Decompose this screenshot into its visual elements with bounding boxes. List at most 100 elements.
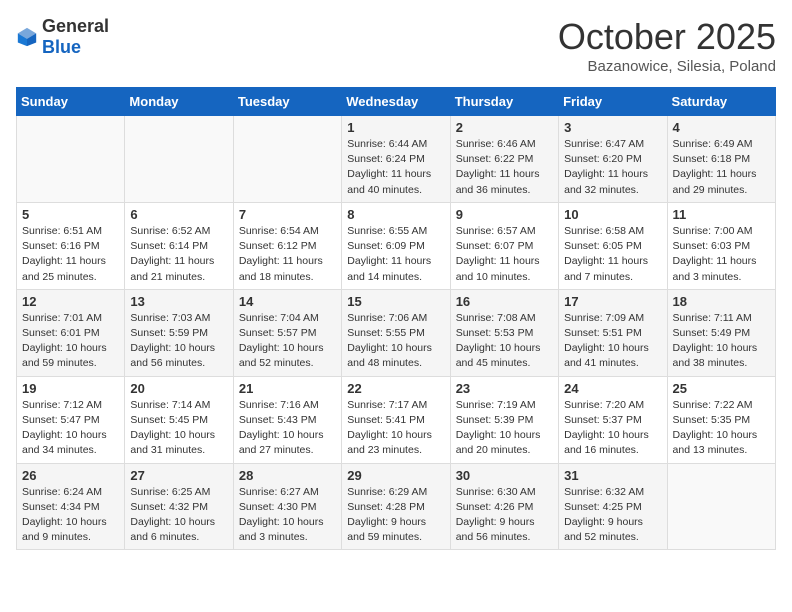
calendar-cell-w1-d3: 8Sunrise: 6:55 AM Sunset: 6:09 PM Daylig… [342,202,450,289]
calendar-cell-w2-d0: 12Sunrise: 7:01 AM Sunset: 6:01 PM Dayli… [17,289,125,376]
day-info-21: Sunrise: 7:16 AM Sunset: 5:43 PM Dayligh… [239,398,336,459]
logo-text: General Blue [42,16,109,58]
calendar-cell-w1-d4: 9 Sunrise: 6:57 AM Sunset: 6:07 PM Daylig… [450,202,558,289]
day-number-8: 8 [347,207,444,222]
day-info-10: Sunrise: 6:58 AM Sunset: 6:05 PM Dayligh… [564,224,661,285]
calendar-cell-w4-d1: 27 Sunrise: 6:25 AM Sunset: 4:32 PM Dayli… [125,463,233,550]
header-friday: Friday [559,88,667,116]
day-info-1: Sunrise: 6:44 AM Sunset: 6:24 PM Dayligh… [347,137,444,198]
calendar-cell-w3-d5: 24Sunrise: 7:20 AM Sunset: 5:37 PM Dayli… [559,376,667,463]
calendar-cell-w3-d6: 25 Sunrise: 7:22 AM Sunset: 5:35 PM Dayli… [667,376,775,463]
day-number-27: 27 [130,468,227,483]
day-info-27: Sunrise: 6:25 AM Sunset: 4:32 PM Dayligh… [130,485,227,546]
day-info-7: Sunrise: 6:54 AM Sunset: 6:12 PM Dayligh… [239,224,336,285]
day-info-3: Sunrise: 6:47 AM Sunset: 6:20 PM Dayligh… [564,137,661,198]
day-number-10: 10 [564,207,661,222]
page-header: General Blue October 2025 Bazanowice, Si… [16,16,776,75]
day-info-4: Sunrise: 6:49 AM Sunset: 6:18 PM Dayligh… [673,137,770,198]
header-wednesday: Wednesday [342,88,450,116]
day-info-24: Sunrise: 7:20 AM Sunset: 5:37 PM Dayligh… [564,398,661,459]
calendar-cell-w1-d0: 5Sunrise: 6:51 AM Sunset: 6:16 PM Daylig… [17,202,125,289]
day-info-13: Sunrise: 7:03 AM Sunset: 5:59 PM Dayligh… [130,311,227,372]
calendar-cell-w3-d3: 22Sunrise: 7:17 AM Sunset: 5:41 PM Dayli… [342,376,450,463]
day-number-5: 5 [22,207,119,222]
location-title: Bazanowice, Silesia, Poland [558,58,776,75]
header-tuesday: Tuesday [233,88,341,116]
header-monday: Monday [125,88,233,116]
day-info-20: Sunrise: 7:14 AM Sunset: 5:45 PM Dayligh… [130,398,227,459]
calendar-cell-w1-d5: 10 Sunrise: 6:58 AM Sunset: 6:05 PM Dayli… [559,202,667,289]
calendar-cell-w1-d2: 7 Sunrise: 6:54 AM Sunset: 6:12 PM Daylig… [233,202,341,289]
calendar-cell-w0-d4: 2 Sunrise: 6:46 AM Sunset: 6:22 PM Daylig… [450,116,558,203]
day-info-29: Sunrise: 6:29 AM Sunset: 4:28 PM Dayligh… [347,485,444,546]
day-number-11: 11 [673,207,770,222]
logo-blue: Blue [42,37,81,57]
day-info-9: Sunrise: 6:57 AM Sunset: 6:07 PM Dayligh… [456,224,553,285]
week-row-3: 19 Sunrise: 7:12 AM Sunset: 5:47 PM Dayli… [17,376,776,463]
logo-general: General [42,16,109,36]
day-number-17: 17 [564,294,661,309]
day-info-28: Sunrise: 6:27 AM Sunset: 4:30 PM Dayligh… [239,485,336,546]
header-sunday: Sunday [17,88,125,116]
calendar-cell-w4-d5: 31Sunrise: 6:32 AM Sunset: 4:25 PM Dayli… [559,463,667,550]
logo-icon [16,26,38,48]
day-number-12: 12 [22,294,119,309]
day-info-31: Sunrise: 6:32 AM Sunset: 4:25 PM Dayligh… [564,485,661,546]
day-info-16: Sunrise: 7:08 AM Sunset: 5:53 PM Dayligh… [456,311,553,372]
day-number-14: 14 [239,294,336,309]
day-number-22: 22 [347,381,444,396]
title-block: October 2025 Bazanowice, Silesia, Poland [558,16,776,75]
day-info-26: Sunrise: 6:24 AM Sunset: 4:34 PM Dayligh… [22,485,119,546]
week-row-1: 5Sunrise: 6:51 AM Sunset: 6:16 PM Daylig… [17,202,776,289]
day-number-20: 20 [130,381,227,396]
calendar-cell-w4-d3: 29 Sunrise: 6:29 AM Sunset: 4:28 PM Dayli… [342,463,450,550]
day-number-9: 9 [456,207,553,222]
day-number-16: 16 [456,294,553,309]
day-number-28: 28 [239,468,336,483]
day-info-19: Sunrise: 7:12 AM Sunset: 5:47 PM Dayligh… [22,398,119,459]
day-number-25: 25 [673,381,770,396]
day-number-2: 2 [456,120,553,135]
day-info-6: Sunrise: 6:52 AM Sunset: 6:14 PM Dayligh… [130,224,227,285]
calendar-cell-w2-d5: 17 Sunrise: 7:09 AM Sunset: 5:51 PM Dayli… [559,289,667,376]
calendar-cell-w3-d4: 23Sunrise: 7:19 AM Sunset: 5:39 PM Dayli… [450,376,558,463]
week-row-2: 12Sunrise: 7:01 AM Sunset: 6:01 PM Dayli… [17,289,776,376]
day-number-29: 29 [347,468,444,483]
calendar-cell-w0-d6: 4Sunrise: 6:49 AM Sunset: 6:18 PM Daylig… [667,116,775,203]
header-saturday: Saturday [667,88,775,116]
day-number-15: 15 [347,294,444,309]
calendar-cell-w4-d2: 28 Sunrise: 6:27 AM Sunset: 4:30 PM Dayli… [233,463,341,550]
day-number-6: 6 [130,207,227,222]
calendar-cell-w0-d3: 1 Sunrise: 6:44 AM Sunset: 6:24 PM Daylig… [342,116,450,203]
calendar-cell-w3-d0: 19 Sunrise: 7:12 AM Sunset: 5:47 PM Dayli… [17,376,125,463]
calendar-cell-w0-d5: 3Sunrise: 6:47 AM Sunset: 6:20 PM Daylig… [559,116,667,203]
logo: General Blue [16,16,109,58]
week-row-4: 26Sunrise: 6:24 AM Sunset: 4:34 PM Dayli… [17,463,776,550]
header-thursday: Thursday [450,88,558,116]
day-info-14: Sunrise: 7:04 AM Sunset: 5:57 PM Dayligh… [239,311,336,372]
day-number-7: 7 [239,207,336,222]
day-info-2: Sunrise: 6:46 AM Sunset: 6:22 PM Dayligh… [456,137,553,198]
calendar-cell-w4-d6 [667,463,775,550]
calendar-table: Sunday Monday Tuesday Wednesday Thursday… [16,87,776,550]
calendar-cell-w2-d6: 18 Sunrise: 7:11 AM Sunset: 5:49 PM Dayli… [667,289,775,376]
day-number-1: 1 [347,120,444,135]
day-info-25: Sunrise: 7:22 AM Sunset: 5:35 PM Dayligh… [673,398,770,459]
day-number-19: 19 [22,381,119,396]
calendar-cell-w1-d6: 11 Sunrise: 7:00 AM Sunset: 6:03 PM Dayli… [667,202,775,289]
calendar-header-row: Sunday Monday Tuesday Wednesday Thursday… [17,88,776,116]
day-info-11: Sunrise: 7:00 AM Sunset: 6:03 PM Dayligh… [673,224,770,285]
calendar-cell-w2-d4: 16 Sunrise: 7:08 AM Sunset: 5:53 PM Dayli… [450,289,558,376]
day-number-21: 21 [239,381,336,396]
day-number-13: 13 [130,294,227,309]
calendar-cell-w4-d0: 26Sunrise: 6:24 AM Sunset: 4:34 PM Dayli… [17,463,125,550]
calendar-cell-w0-d0 [17,116,125,203]
day-info-17: Sunrise: 7:09 AM Sunset: 5:51 PM Dayligh… [564,311,661,372]
calendar-cell-w0-d1 [125,116,233,203]
day-number-18: 18 [673,294,770,309]
calendar-cell-w2-d3: 15Sunrise: 7:06 AM Sunset: 5:55 PM Dayli… [342,289,450,376]
week-row-0: 1 Sunrise: 6:44 AM Sunset: 6:24 PM Daylig… [17,116,776,203]
day-number-30: 30 [456,468,553,483]
day-info-18: Sunrise: 7:11 AM Sunset: 5:49 PM Dayligh… [673,311,770,372]
calendar-cell-w0-d2 [233,116,341,203]
